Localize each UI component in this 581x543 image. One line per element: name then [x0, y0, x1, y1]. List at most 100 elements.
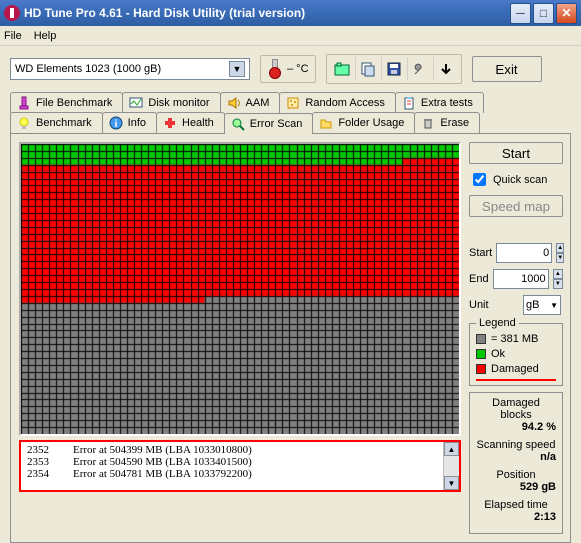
tab-error-scan[interactable]: Error Scan	[224, 113, 314, 134]
menu-file[interactable]: File	[4, 30, 22, 42]
drive-select[interactable]: WD Elements 1023 (1000 gB) ▼	[10, 58, 250, 80]
app-icon	[4, 5, 20, 21]
drive-select-value: WD Elements 1023 (1000 gB)	[15, 63, 161, 75]
close-button[interactable]: ✕	[556, 3, 577, 24]
legend-title: Legend	[476, 317, 519, 329]
temperature-display: – °C	[260, 55, 316, 83]
maximize-button[interactable]: □	[533, 3, 554, 24]
tab-area: File Benchmark Disk monitor AAM Random A…	[10, 92, 571, 543]
minimize-tray-button[interactable]	[433, 57, 459, 81]
quick-scan-checkbox[interactable]: Quick scan	[469, 170, 563, 189]
toolbar: WD Elements 1023 (1000 gB) ▼ – °C Exit	[0, 46, 581, 92]
quick-scan-label: Quick scan	[493, 174, 547, 186]
monitor-icon	[129, 96, 143, 110]
title-bar: HD Tune Pro 4.61 - Hard Disk Utility (tr…	[0, 0, 581, 26]
unit-select[interactable]: gB ▼	[523, 295, 561, 315]
camera-icon	[334, 61, 350, 77]
tab-label: Benchmark	[36, 117, 92, 129]
copy-icon	[360, 61, 376, 77]
toolbar-icon-group	[326, 54, 462, 84]
tab-label: Info	[128, 117, 146, 129]
arrow-down-icon	[438, 61, 454, 77]
scroll-down-icon[interactable]: ▼	[444, 476, 459, 490]
scroll-up-icon[interactable]: ▲	[444, 442, 459, 456]
ok-swatch	[476, 349, 486, 359]
position-label: Position	[476, 469, 556, 481]
log-row: 2354Error at 504781 MB (LBA 1033792200)	[27, 468, 437, 480]
copy-text-button[interactable]	[355, 57, 381, 81]
chevron-down-icon: ▼	[550, 301, 558, 310]
chevron-down-icon: ▼	[229, 61, 245, 77]
tab-label: Error Scan	[250, 118, 303, 130]
health-icon	[163, 116, 177, 130]
wrench-icon	[412, 61, 428, 77]
random-access-icon	[286, 96, 300, 110]
legend: Legend = 381 MB Ok Damaged	[469, 323, 563, 386]
log-scrollbar[interactable]: ▲ ▼	[443, 442, 459, 490]
tab-folder-usage[interactable]: Folder Usage	[312, 112, 415, 133]
speed-map-button: Speed map	[469, 195, 563, 217]
start-spinner[interactable]: ▲▼	[556, 243, 564, 263]
tab-label: Random Access	[305, 97, 384, 109]
end-input[interactable]	[493, 269, 549, 289]
copy-screenshot-button[interactable]	[329, 57, 355, 81]
tab-row-top: File Benchmark Disk monitor AAM Random A…	[10, 92, 571, 113]
tab-label: Extra tests	[421, 97, 473, 109]
tab-label: Erase	[440, 117, 469, 129]
exit-button[interactable]: Exit	[472, 56, 542, 82]
tab-benchmark[interactable]: Benchmark	[10, 112, 103, 133]
legend-damaged-label: Damaged	[491, 363, 539, 375]
start-label: Start	[469, 247, 492, 259]
floppy-icon	[386, 61, 402, 77]
error-log: 2352Error at 504399 MB (LBA 1033010800)2…	[19, 440, 461, 492]
damaged-swatch	[476, 364, 486, 374]
clipboard-icon	[402, 96, 416, 110]
tab-random-access[interactable]: Random Access	[279, 92, 395, 113]
log-row: 2352Error at 504399 MB (LBA 1033010800)	[27, 444, 437, 456]
tab-label: Health	[182, 117, 214, 129]
speaker-icon	[227, 96, 241, 110]
file-benchmark-icon	[17, 96, 31, 110]
tab-file-benchmark[interactable]: File Benchmark	[10, 92, 123, 113]
save-button[interactable]	[381, 57, 407, 81]
menu-help[interactable]: Help	[34, 30, 57, 42]
damaged-blocks-label: Damaged blocks	[476, 397, 556, 421]
settings-button[interactable]	[407, 57, 433, 81]
scanning-speed-value: n/a	[476, 451, 556, 463]
legend-underline	[476, 379, 556, 381]
tab-body-error-scan: 2352Error at 504399 MB (LBA 1033010800)2…	[10, 133, 571, 543]
start-input[interactable]	[496, 243, 552, 263]
tab-info[interactable]: i Info	[102, 112, 157, 133]
tab-health[interactable]: Health	[156, 112, 225, 133]
log-row: 2353Error at 504590 MB (LBA 1033401500)	[27, 456, 437, 468]
minimize-button[interactable]: ─	[510, 3, 531, 24]
block-map	[19, 142, 461, 436]
legend-ok-label: Ok	[491, 348, 505, 360]
elapsed-time-label: Elapsed time	[476, 499, 556, 511]
end-label: End	[469, 273, 489, 285]
tab-label: File Benchmark	[36, 97, 112, 109]
info-icon: i	[109, 116, 123, 130]
quick-scan-input[interactable]	[473, 173, 486, 186]
start-button[interactable]: Start	[469, 142, 563, 164]
side-panel: Start Quick scan Speed map Start ▲▼ End …	[469, 142, 563, 534]
trash-icon	[421, 116, 435, 130]
tab-aam[interactable]: AAM	[220, 92, 281, 113]
menu-bar: File Help	[0, 26, 581, 46]
magnifier-icon	[231, 117, 245, 131]
bulb-icon	[17, 116, 31, 130]
tab-disk-monitor[interactable]: Disk monitor	[122, 92, 220, 113]
tab-label: Disk monitor	[148, 97, 209, 109]
tab-row-bottom: Benchmark i Info Health Error Scan Folde…	[10, 112, 571, 133]
unit-label: Unit	[469, 299, 495, 311]
unit-value: gB	[526, 299, 539, 311]
block-swatch	[476, 334, 486, 344]
tab-label: AAM	[246, 97, 270, 109]
tab-extra-tests[interactable]: Extra tests	[395, 92, 484, 113]
tab-erase[interactable]: Erase	[414, 112, 480, 133]
end-spinner[interactable]: ▲▼	[553, 269, 563, 289]
temperature-value: – °C	[287, 63, 309, 75]
position-value: 529 gB	[476, 481, 556, 493]
damaged-blocks-value: 94.2 %	[476, 421, 556, 433]
svg-text:i: i	[114, 119, 117, 130]
